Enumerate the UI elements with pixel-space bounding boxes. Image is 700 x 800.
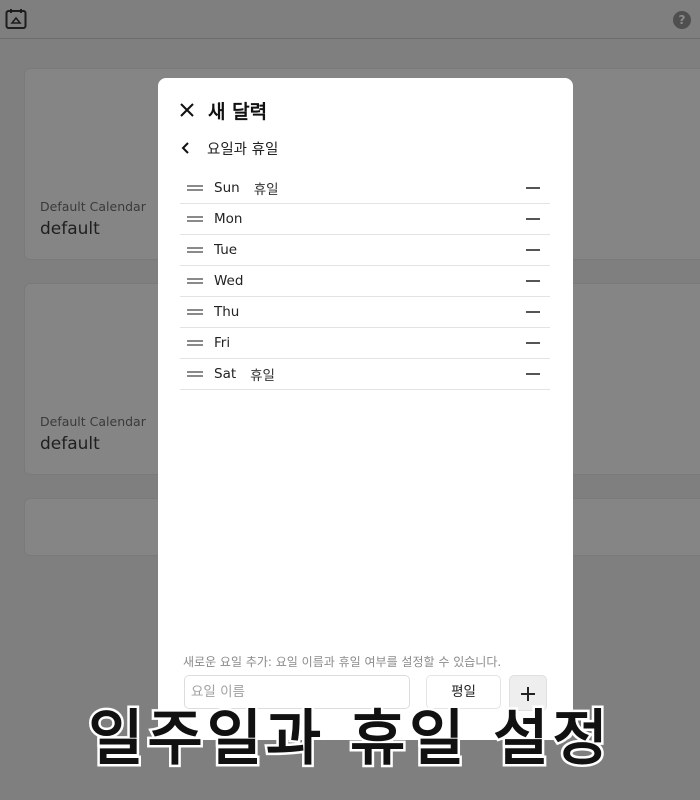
- weekday-name: Thu: [214, 304, 240, 320]
- weekday-name: Mon: [214, 211, 243, 227]
- dialog-header: 새 달력: [178, 98, 268, 123]
- weekday-row[interactable]: Thu: [180, 297, 550, 328]
- drag-handle-icon[interactable]: [187, 309, 203, 315]
- remove-icon[interactable]: [526, 187, 540, 189]
- calendar-card-label: Default Calendar: [40, 199, 146, 214]
- drag-handle-icon[interactable]: [187, 371, 203, 377]
- new-calendar-dialog: 새 달력 요일과 휴일 Sun 휴일 Mon Tue Wed Thu Fri S…: [158, 78, 573, 740]
- drag-handle-icon[interactable]: [187, 216, 203, 222]
- help-icon[interactable]: ?: [673, 11, 691, 29]
- remove-icon[interactable]: [526, 373, 540, 375]
- weekday-row[interactable]: Fri: [180, 328, 550, 359]
- drag-handle-icon[interactable]: [187, 185, 203, 191]
- remove-icon[interactable]: [526, 249, 540, 251]
- calendar-card-value: default: [40, 219, 100, 239]
- add-weekday-hint: 새로운 요일 추가: 요일 이름과 휴일 여부를 설정할 수 있습니다.: [183, 655, 502, 669]
- drag-handle-icon[interactable]: [187, 340, 203, 346]
- section-header: 요일과 휴일: [180, 138, 278, 158]
- weekday-row[interactable]: Tue: [180, 235, 550, 266]
- weekday-name: Wed: [214, 273, 244, 289]
- weekday-row[interactable]: Sat 휴일: [180, 359, 550, 390]
- top-bar: ?: [0, 0, 700, 39]
- remove-icon[interactable]: [526, 280, 540, 282]
- back-chevron-icon[interactable]: [180, 141, 192, 155]
- weekday-row[interactable]: Mon: [180, 204, 550, 235]
- calendar-card-value: default: [40, 434, 100, 454]
- holiday-label: 휴일: [250, 368, 275, 384]
- calendar-card-label: Default Calendar: [40, 414, 146, 429]
- weekday-name: Sat: [214, 366, 237, 382]
- weekday-row[interactable]: Sun 휴일: [180, 173, 550, 204]
- weekday-name: Fri: [214, 335, 231, 351]
- section-title: 요일과 휴일: [207, 141, 279, 158]
- dialog-title: 새 달력: [208, 100, 268, 123]
- weekday-row[interactable]: Wed: [180, 266, 550, 297]
- calendar-app-icon[interactable]: [4, 7, 28, 31]
- remove-icon[interactable]: [526, 218, 540, 220]
- weekday-name: Tue: [214, 242, 238, 258]
- caption-overlay: 일주일과 휴일 설정: [86, 702, 612, 777]
- drag-handle-icon[interactable]: [187, 247, 203, 253]
- weekday-name: Sun: [214, 180, 240, 196]
- holiday-label: 휴일: [253, 182, 279, 198]
- remove-icon[interactable]: [526, 342, 540, 344]
- weekday-list: Sun 휴일 Mon Tue Wed Thu Fri Sat 휴일: [180, 173, 550, 390]
- close-icon[interactable]: [178, 101, 196, 119]
- drag-handle-icon[interactable]: [187, 278, 203, 284]
- remove-icon[interactable]: [526, 311, 540, 313]
